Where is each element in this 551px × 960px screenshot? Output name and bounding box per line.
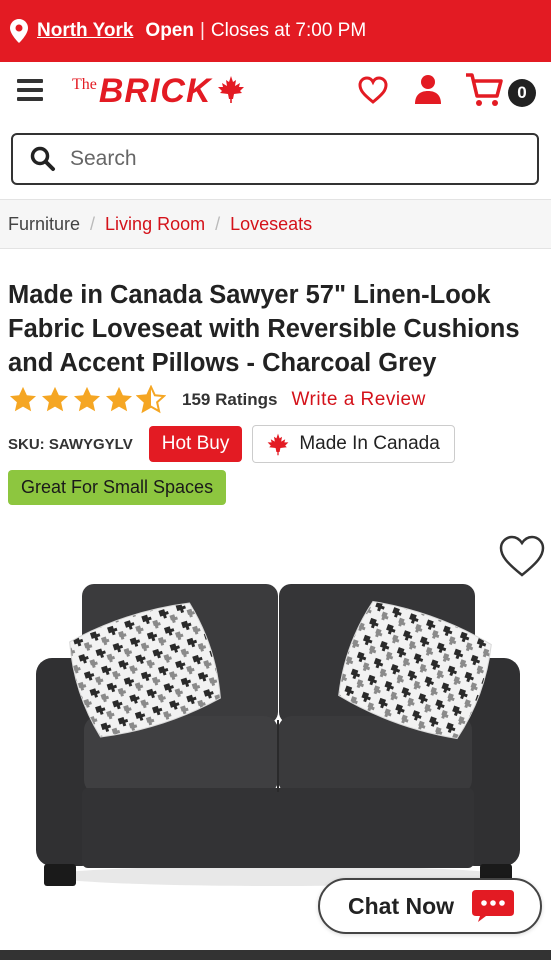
chat-bubble-icon bbox=[472, 890, 515, 922]
heart-icon[interactable] bbox=[358, 76, 388, 104]
hamburger-icon[interactable] bbox=[17, 79, 43, 101]
badge-row: SKU: SAWYGYLV Hot Buy Made In Canada bbox=[8, 425, 455, 463]
product-title: Made in Canada Sawyer 57" Linen-Look Fab… bbox=[8, 281, 520, 377]
search-box[interactable] bbox=[11, 133, 539, 185]
half-star-icon bbox=[136, 385, 166, 414]
maple-leaf-icon bbox=[217, 76, 244, 103]
breadcrumb-separator: / bbox=[215, 213, 221, 234]
brick-logo[interactable]: The BRICK bbox=[72, 74, 246, 108]
sku-label: SKU: SAWYGYLV bbox=[8, 435, 133, 453]
store-bar: North York Open | Closes at 7:00 PM bbox=[0, 0, 551, 62]
store-open-status: Open bbox=[145, 20, 194, 41]
maple-leaf-icon bbox=[267, 433, 289, 456]
star-icon bbox=[42, 386, 68, 412]
cart-icon[interactable] bbox=[464, 72, 504, 108]
loveseat-image[interactable] bbox=[30, 580, 525, 895]
ratings-count[interactable]: 159 Ratings bbox=[182, 390, 277, 410]
chat-now-button[interactable]: Chat Now bbox=[318, 878, 542, 934]
hot-buy-badge: Hot Buy bbox=[148, 426, 243, 462]
star-icon bbox=[74, 386, 100, 412]
store-hours: Closes at 7:00 PM bbox=[210, 20, 367, 41]
small-spaces-tag: Great For Small Spaces bbox=[8, 470, 227, 505]
star-icon bbox=[106, 386, 132, 412]
cart-count-badge[interactable]: 0 bbox=[508, 79, 536, 107]
site-header: The BRICK 0 bbox=[0, 62, 551, 126]
heart-icon[interactable] bbox=[497, 533, 547, 579]
breadcrumb-living-room[interactable]: Living Room bbox=[105, 214, 205, 235]
breadcrumb-separator: / bbox=[90, 213, 96, 234]
made-in-canada-label: Made In Canada bbox=[299, 433, 440, 454]
search-input[interactable] bbox=[70, 147, 490, 171]
star-rating[interactable] bbox=[8, 385, 168, 415]
status-separator: | bbox=[199, 20, 205, 41]
user-icon[interactable] bbox=[414, 74, 442, 104]
chat-now-label: Chat Now bbox=[348, 892, 455, 919]
breadcrumb: Furniture / Living Room / Loveseats bbox=[0, 199, 551, 249]
star-icon bbox=[10, 386, 36, 412]
map-pin-icon bbox=[10, 19, 28, 43]
breadcrumb-furniture[interactable]: Furniture bbox=[8, 214, 80, 235]
store-link[interactable]: North York bbox=[37, 20, 133, 42]
logo-the: The bbox=[72, 76, 97, 93]
write-review-link[interactable]: Write a Review bbox=[291, 389, 425, 411]
made-in-canada-badge: Made In Canada bbox=[252, 425, 455, 463]
logo-brick: BRICK bbox=[98, 72, 212, 110]
search-icon bbox=[30, 146, 55, 171]
rating-row: 159 Ratings Write a Review bbox=[8, 383, 426, 417]
bottom-bar bbox=[0, 950, 551, 960]
breadcrumb-loveseats[interactable]: Loveseats bbox=[230, 214, 312, 235]
